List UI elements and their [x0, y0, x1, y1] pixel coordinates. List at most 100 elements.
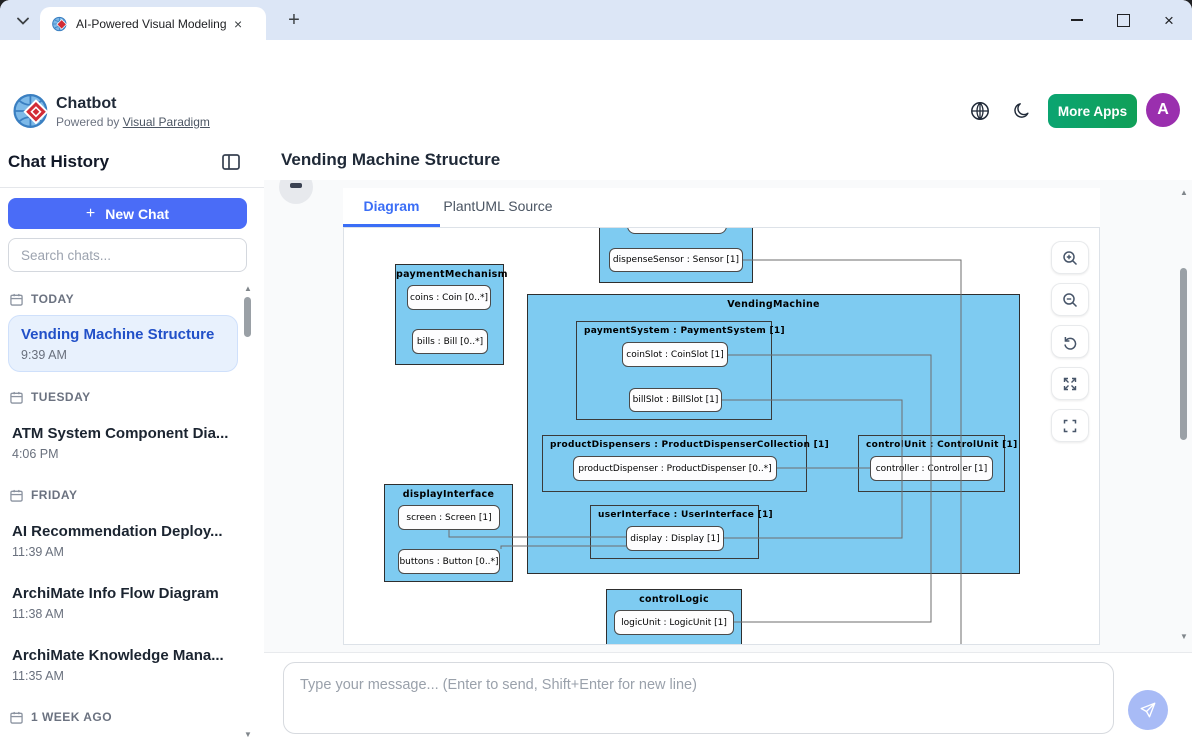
chat-item-title: AI Recommendation Deploy...	[12, 523, 242, 540]
scroll-down-arrow[interactable]: ▼	[244, 731, 252, 739]
sidebar-scrollbar[interactable]: ▲ ▼	[243, 285, 253, 745]
tab-close-button[interactable]: ×	[234, 17, 242, 31]
uml-part-screen: screen : Screen [1]	[398, 505, 500, 530]
section-label-1-week-ago: 1 WEEK AGO	[10, 710, 112, 724]
uml-sub-title: controlUnit : ControlUnit [1]	[859, 436, 1004, 450]
page-scrollbar-thumb[interactable]	[1180, 268, 1187, 440]
zoom-out-button[interactable]	[1051, 283, 1089, 316]
section-label-friday: FRIDAY	[10, 488, 77, 502]
zoom-in-icon	[1062, 250, 1078, 266]
chat-item-atm-system[interactable]: ATM System Component Dia... 4:06 PM	[8, 425, 242, 461]
window-maximize-button[interactable]	[1100, 0, 1146, 40]
uml-node-title: controlLogic	[607, 590, 741, 605]
uml-part-bill-slot: billSlot : BillSlot [1]	[629, 388, 722, 412]
expand-button[interactable]	[1051, 367, 1089, 400]
chat-item-title: ArchiMate Knowledge Mana...	[12, 647, 242, 664]
browser-toolbar: ai-toolbox.visual-paradigm.com/app/chatb…	[0, 40, 1192, 84]
calendar-icon	[10, 711, 23, 724]
more-apps-button[interactable]: More Apps	[1048, 94, 1137, 128]
minimize-icon	[1071, 19, 1083, 21]
visual-paradigm-logo	[13, 92, 51, 130]
uml-part-product-dispenser: productDispenser : ProductDispenser [0..…	[573, 456, 777, 481]
scroll-up-arrow[interactable]: ▲	[1180, 189, 1188, 197]
calendar-icon	[10, 489, 23, 502]
user-avatar[interactable]: A	[1146, 93, 1180, 127]
globe-icon	[970, 101, 990, 121]
tab-strip: AI-Powered Visual Modeling Ch × + ×	[0, 0, 1192, 40]
browser-tab[interactable]: AI-Powered Visual Modeling Ch ×	[40, 7, 266, 40]
uml-part-bills: bills : Bill [0..*]	[412, 329, 488, 354]
scroll-up-arrow[interactable]: ▲	[244, 285, 252, 293]
message-input[interactable]	[283, 662, 1114, 734]
uml-part-cutoff	[627, 227, 727, 234]
window-close-button[interactable]: ×	[1146, 0, 1192, 40]
fullscreen-brackets-icon	[1062, 418, 1078, 434]
diagram-tabs: Diagram PlantUML Source	[343, 188, 1100, 228]
section-label-text: TUESDAY	[31, 390, 91, 404]
scroll-down-arrow[interactable]: ▼	[1180, 633, 1188, 641]
uml-sub-title: paymentSystem : PaymentSystem [1]	[577, 322, 771, 336]
tab-plantuml-source[interactable]: PlantUML Source	[440, 188, 556, 224]
uml-node-title: VendingMachine	[528, 295, 1019, 310]
chat-history-sidebar: Chat History + New Chat TODAY Vending Ma…	[0, 137, 265, 745]
app-title: Chatbot	[56, 95, 116, 113]
diagram-zoom-controls	[1051, 241, 1087, 451]
chat-item-title: ATM System Component Dia...	[12, 425, 242, 442]
search-input[interactable]	[8, 238, 247, 272]
uml-part-coins: coins : Coin [0..*]	[407, 285, 491, 310]
panel-toggle-icon	[222, 154, 240, 170]
moon-icon	[1013, 102, 1031, 120]
tab-search-button[interactable]	[12, 10, 34, 32]
visual-paradigm-link[interactable]: Visual Paradigm	[123, 115, 210, 129]
reset-view-button[interactable]	[1051, 325, 1089, 358]
fullscreen-button[interactable]	[1051, 409, 1089, 442]
zoom-in-button[interactable]	[1051, 241, 1089, 274]
new-tab-button[interactable]: +	[282, 8, 306, 32]
chat-item-vending-machine[interactable]: Vending Machine Structure 9:39 AM	[8, 315, 238, 372]
window-minimize-button[interactable]	[1054, 0, 1100, 40]
chat-item-time: 9:39 AM	[21, 348, 225, 362]
chat-item-time: 11:38 AM	[12, 607, 242, 621]
page-scrollbar[interactable]: ▲ ▼	[1178, 189, 1190, 649]
paper-plane-icon	[1139, 701, 1157, 719]
uml-part-display: display : Display [1]	[626, 526, 724, 551]
maximize-icon	[1117, 14, 1130, 27]
chat-item-archimate-info-flow[interactable]: ArchiMate Info Flow Diagram 11:38 AM	[8, 585, 242, 621]
uml-part-buttons: buttons : Button [0..*]	[398, 549, 500, 574]
section-label-text: FRIDAY	[31, 488, 77, 502]
chat-item-time: 4:06 PM	[12, 447, 242, 461]
plus-icon: +	[86, 205, 95, 223]
sidebar-title: Chat History	[8, 152, 109, 172]
sidebar-collapse-button[interactable]	[220, 151, 242, 173]
diagram-canvas: dispenseSensor : Sensor [1] paymentMecha…	[343, 227, 1100, 645]
chat-item-time: 11:35 AM	[12, 669, 242, 683]
expand-arrows-icon	[1062, 376, 1078, 392]
zoom-out-icon	[1062, 292, 1078, 308]
browser-window: AI-Powered Visual Modeling Ch × + × ai-t…	[0, 0, 1192, 745]
send-button[interactable]	[1128, 690, 1168, 730]
chat-item-time: 11:39 AM	[12, 545, 242, 559]
chat-main-area: Vending Machine Structure Diagram PlantU…	[264, 137, 1192, 745]
favicon-visual-paradigm	[52, 16, 68, 32]
sidebar-divider	[0, 187, 264, 188]
diagram-card: Diagram PlantUML Source dispenseSensor :…	[343, 188, 1100, 645]
reset-icon	[1062, 334, 1078, 350]
section-label-tuesday: TUESDAY	[10, 390, 91, 404]
section-label-today: TODAY	[10, 292, 74, 306]
uml-part-controller: controller : Controller [1]	[870, 456, 993, 481]
section-label-text: TODAY	[31, 292, 74, 306]
sidebar-scrollbar-thumb[interactable]	[244, 297, 251, 337]
message-composer	[264, 652, 1192, 745]
language-globe-button[interactable]	[968, 99, 992, 123]
new-chat-button[interactable]: + New Chat	[8, 198, 247, 229]
conversation-title: Vending Machine Structure	[281, 150, 500, 170]
uml-part-logic-unit: logicUnit : LogicUnit [1]	[614, 610, 734, 635]
messages-area: Diagram PlantUML Source dispenseSensor :…	[264, 180, 1192, 652]
chat-item-archimate-knowledge[interactable]: ArchiMate Knowledge Mana... 11:35 AM	[8, 647, 242, 683]
assistant-avatar	[279, 180, 313, 204]
uml-sub-title: productDispensers : ProductDispenserColl…	[543, 436, 806, 450]
chat-item-ai-recommendation[interactable]: AI Recommendation Deploy... 11:39 AM	[8, 523, 242, 559]
dark-mode-button[interactable]	[1010, 99, 1034, 123]
tab-diagram[interactable]: Diagram	[343, 188, 440, 227]
chat-item-title: ArchiMate Info Flow Diagram	[12, 585, 242, 602]
